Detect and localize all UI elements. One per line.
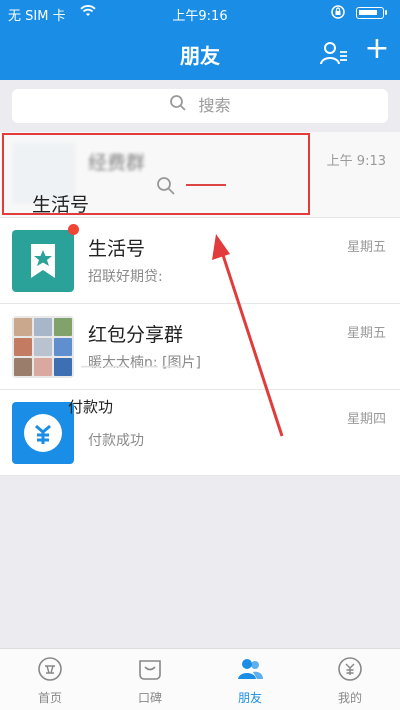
list-item[interactable]: 红包分享群 暖大大楠n: [图片] 星期五 —— ——	[0, 304, 400, 390]
overlay-label: 付款功	[68, 398, 114, 416]
add-button[interactable]: +	[364, 34, 390, 64]
list-item[interactable]: 生活号 招联好期贷: 星期五	[0, 218, 400, 304]
add-contact-icon[interactable]	[320, 40, 348, 66]
tab-label: 口碑	[137, 691, 162, 705]
list-item[interactable]: 经费群 上午 9:13 生活号	[0, 132, 400, 218]
tab-my[interactable]: 我的	[300, 649, 400, 710]
conversation-time: 星期五	[346, 326, 386, 341]
member-avatar	[14, 358, 32, 376]
member-avatar	[34, 318, 52, 336]
member-avatar	[54, 338, 72, 356]
koubei-icon	[136, 655, 164, 683]
highlight-box	[2, 133, 310, 215]
status-bar: 无 SIM 卡 上午9:16	[0, 0, 400, 26]
watermark: —— ——	[80, 354, 185, 379]
battery-tip	[385, 10, 387, 15]
conversation-preview: 付款成功	[88, 433, 144, 449]
tab-home[interactable]: 首页	[0, 649, 100, 710]
search-icon	[169, 90, 187, 124]
conversation-name: 生活号	[88, 238, 146, 260]
top-bar: 无 SIM 卡 上午9:16 朋友 +	[0, 0, 400, 80]
tab-label: 朋友	[237, 691, 262, 705]
member-avatar	[14, 338, 32, 356]
conversation-time: 上午 9:13	[326, 154, 386, 169]
battery-icon	[356, 7, 384, 19]
conversation-time: 星期五	[346, 240, 386, 255]
list-item[interactable]: 付款功 付款成功 星期四	[0, 390, 400, 476]
home-icon	[36, 655, 64, 683]
conversation-name: 红包分享群	[88, 324, 184, 346]
member-avatar	[14, 318, 32, 336]
payment-avatar	[12, 402, 74, 464]
tab-label: 我的	[337, 691, 362, 705]
conversation-time: 星期四	[346, 412, 386, 427]
search-area: 搜索	[0, 80, 400, 132]
tab-label: 首页	[37, 691, 62, 705]
member-avatar	[54, 358, 72, 376]
search-input[interactable]: 搜索	[12, 89, 388, 123]
search-placeholder: 搜索	[198, 96, 231, 115]
tab-koubei[interactable]: 口碑	[100, 649, 200, 710]
group-avatar	[12, 316, 74, 378]
member-avatar	[34, 358, 52, 376]
conversation-preview: 招联好期贷:	[88, 269, 163, 285]
my-wallet-icon	[336, 655, 364, 683]
tab-bar: 首页 口碑 朋友 我的	[0, 648, 400, 710]
life-avatar	[12, 230, 74, 292]
friends-icon	[236, 655, 264, 683]
conversation-list: 经费群 上午 9:13 生活号 生活号 招联好期贷: 星期五 红包分享群 暖大大…	[0, 132, 400, 476]
member-avatar	[34, 338, 52, 356]
tab-friends[interactable]: 朋友	[200, 649, 300, 710]
nav-bar: 朋友 +	[0, 26, 400, 80]
rotation-lock-icon	[330, 4, 346, 24]
unread-badge	[68, 224, 79, 235]
member-avatar	[54, 318, 72, 336]
